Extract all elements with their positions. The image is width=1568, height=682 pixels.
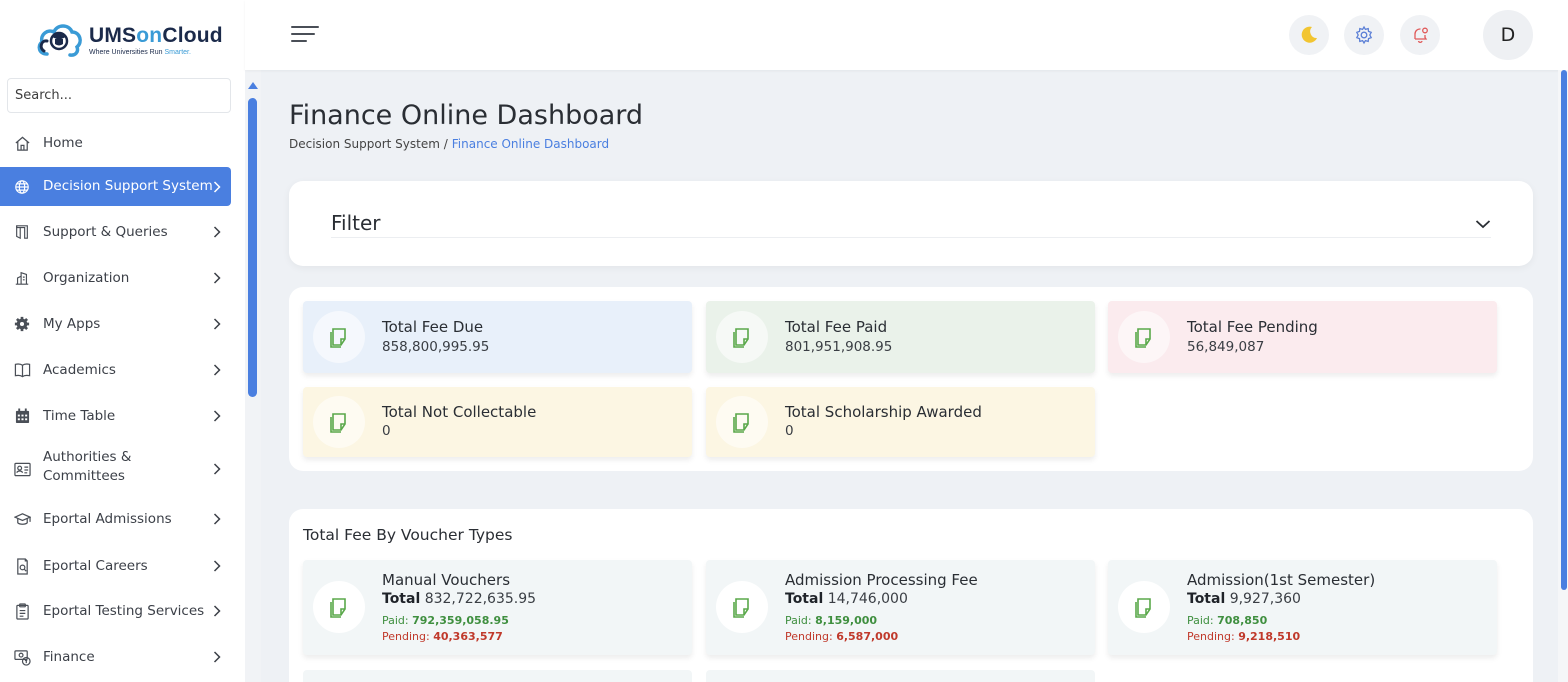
section-title: Total Fee By Voucher Types: [303, 526, 513, 544]
clipboard-icon: [13, 602, 31, 620]
user-avatar[interactable]: D: [1483, 10, 1533, 60]
document-icon: [313, 396, 365, 448]
breadcrumb-parent-link[interactable]: Decision Support System /: [289, 137, 448, 151]
sidebar: UMSonCloud Where Universities Run Smarte…: [0, 0, 245, 682]
document-icon: [313, 311, 365, 363]
voucher-card-partial[interactable]: [706, 670, 1095, 682]
cloud-logo-icon: [37, 24, 82, 57]
kpi-card-total-not-collectable[interactable]: Total Not Collectable 0: [303, 387, 692, 457]
kpi-card-total-fee-due[interactable]: Total Fee Due 858,800,995.95: [303, 301, 692, 373]
breadcrumb-current: Finance Online Dashboard: [451, 137, 610, 151]
breadcrumb: Decision Support System / Finance Online …: [289, 137, 609, 151]
chevron-right-icon: [213, 364, 221, 376]
scroll-up-arrow-icon[interactable]: [248, 82, 258, 89]
notifications-button[interactable]: [1400, 15, 1440, 55]
chevron-right-icon: [213, 513, 221, 525]
gear-icon: [1355, 25, 1373, 45]
chevron-down-icon[interactable]: [1475, 216, 1491, 232]
calendar-icon: [13, 407, 31, 425]
brand-name: UMSonCloud: [89, 23, 223, 47]
sidebar-item-academics[interactable]: Academics: [0, 350, 231, 390]
kpi-card-total-fee-paid[interactable]: Total Fee Paid 801,951,908.95: [706, 301, 1095, 373]
sidebar-item-eportal-careers[interactable]: Eportal Careers: [0, 546, 231, 586]
sidebar-item-label-line2: Committees: [43, 468, 125, 484]
hamburger-menu-icon[interactable]: [291, 26, 319, 44]
kpi-card-total-fee-pending[interactable]: Total Fee Pending 56,849,087: [1108, 301, 1497, 373]
brand-tagline: Where Universities Run Smarter.: [89, 48, 191, 56]
page-title: Finance Online Dashboard: [289, 100, 644, 131]
document-icon: [716, 396, 768, 448]
sidebar-scrollbar-thumb[interactable]: [248, 98, 257, 397]
voucher-card-admission-1st-semester[interactable]: Admission(1st Semester) Total 9,927,360 …: [1108, 560, 1497, 655]
graduation-cap-icon: [13, 510, 31, 528]
chevron-right-icon: [213, 226, 221, 238]
filter-panel[interactable]: Filter: [289, 181, 1533, 266]
voucher-types-panel: Total Fee By Voucher Types Manual Vouche…: [289, 509, 1533, 682]
sidebar-item-decision-support-system[interactable]: Decision Support System: [0, 167, 231, 206]
voucher-card-partial[interactable]: [303, 670, 692, 682]
sidebar-item-eportal-testing-services[interactable]: Eportal Testing Services: [0, 591, 231, 631]
chevron-right-icon: [213, 651, 221, 663]
document-search-icon: [13, 557, 31, 575]
document-icon: [313, 581, 365, 633]
brand-logo[interactable]: UMSonCloud Where Universities Run Smarte…: [35, 18, 223, 62]
kpi-card-total-scholarship-awarded[interactable]: Total Scholarship Awarded 0: [706, 387, 1095, 457]
chevron-right-icon: [213, 272, 221, 284]
chevron-right-icon: [213, 410, 221, 422]
sidebar-item-home[interactable]: Home: [0, 123, 231, 163]
sidebar-item-authorities-committees[interactable]: Authorities & Committees: [0, 446, 231, 492]
document-icon: [716, 311, 768, 363]
chevron-right-icon: [213, 605, 221, 617]
sidebar-item-time-table[interactable]: Time Table: [0, 396, 231, 436]
book-icon: [13, 361, 31, 379]
voucher-card-manual-vouchers[interactable]: Manual Vouchers Total 832,722,635.95 Pai…: [303, 560, 692, 655]
sidebar-item-finance[interactable]: Finance: [0, 637, 231, 677]
sidebar-item-my-apps[interactable]: My Apps: [0, 304, 231, 344]
chevron-right-icon: [213, 318, 221, 330]
sidebar-search-input[interactable]: [7, 78, 231, 113]
chevron-right-icon: [213, 463, 221, 475]
globe-icon: [13, 178, 31, 196]
document-icon: [716, 581, 768, 633]
chevron-right-icon: [213, 560, 221, 572]
door-icon: [13, 223, 31, 241]
main-scrollbar-thumb[interactable]: [1561, 70, 1567, 590]
moon-icon: [1301, 26, 1317, 43]
building-icon: [13, 269, 31, 287]
settings-button[interactable]: [1344, 15, 1384, 55]
bell-icon: [1414, 27, 1428, 43]
home-icon: [13, 134, 31, 152]
kpi-panel: Total Fee Due 858,800,995.95 Total Fee P…: [289, 287, 1533, 471]
sidebar-item-support-queries[interactable]: Support & Queries: [0, 212, 231, 252]
divider: [331, 237, 1491, 238]
document-icon: [1118, 311, 1170, 363]
sidebar-item-label: Authorities &: [43, 449, 132, 465]
dark-mode-toggle-button[interactable]: [1289, 15, 1329, 55]
filter-title: Filter: [331, 211, 381, 235]
voucher-card-admission-processing-fee[interactable]: Admission Processing Fee Total 14,746,00…: [706, 560, 1095, 655]
chevron-right-icon: [213, 180, 221, 193]
document-icon: [1118, 581, 1170, 633]
sidebar-item-eportal-admissions[interactable]: Eportal Admissions: [0, 499, 231, 539]
sidebar-item-organization[interactable]: Organization: [0, 258, 231, 298]
gear-icon: [13, 315, 31, 333]
money-icon: [13, 648, 31, 666]
id-card-icon: [13, 460, 31, 478]
